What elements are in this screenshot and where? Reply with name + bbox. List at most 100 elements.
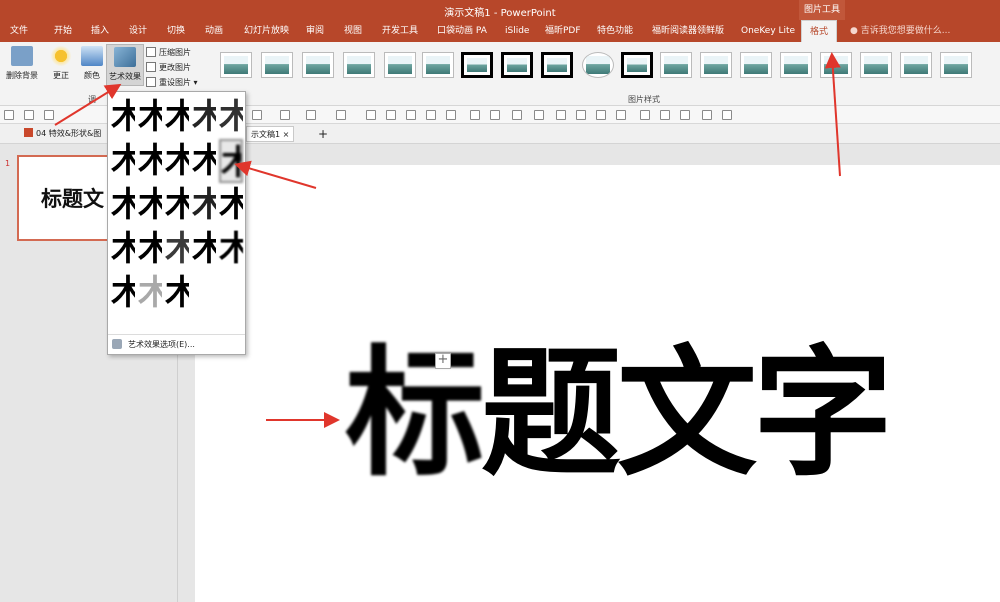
paint-icon[interactable]	[660, 110, 670, 120]
effect-pastels-smooth[interactable]: 木	[192, 227, 216, 271]
close-icon[interactable]: ×	[280, 130, 290, 139]
picture-icon[interactable]	[616, 110, 626, 120]
layout-options-handle[interactable]: +	[435, 353, 451, 369]
tab-review[interactable]: 审阅	[306, 20, 324, 42]
tab-transitions[interactable]: 切换	[167, 20, 185, 42]
effect-pencil-sketch[interactable]: 木	[192, 95, 216, 139]
effect-cement[interactable]: 木	[111, 227, 135, 271]
effect-cutout[interactable]: 木	[111, 271, 135, 315]
align-icon[interactable]	[366, 110, 376, 120]
effect-plastic-wrap[interactable]: 木	[219, 227, 243, 271]
effect-film-grain[interactable]: 木	[165, 183, 189, 227]
new-file-icon[interactable]	[44, 110, 54, 120]
change-picture-button[interactable]: 更改图片	[146, 60, 191, 75]
effect-none[interactable]: 木	[111, 95, 135, 139]
group-icon[interactable]	[386, 110, 396, 120]
picture-style-thumb[interactable]	[700, 52, 732, 78]
effect-paint-strokes[interactable]: 木	[138, 139, 162, 183]
slide-title-picture[interactable]: 标题文字	[345, 335, 893, 495]
format-painter-icon[interactable]	[640, 110, 650, 120]
tab-features[interactable]: 特色功能	[597, 20, 633, 42]
picture-style-thumb[interactable]	[660, 52, 692, 78]
doc-tab-active[interactable]: 示文稿1 ×	[246, 126, 295, 142]
slide[interactable]: 标题文字 +	[195, 165, 1000, 602]
picture-style-thumb[interactable]	[541, 52, 573, 78]
effect-marker[interactable]: 木	[138, 95, 162, 139]
align-left-icon[interactable]	[470, 110, 480, 120]
tab-design[interactable]: 设计	[129, 20, 147, 42]
tab-foxit-reader[interactable]: 福昕阅读器领鲜版	[652, 20, 724, 42]
artistic-effects-button[interactable]: 艺术效果	[106, 44, 144, 86]
tab-file[interactable]: 文件	[10, 20, 28, 42]
tab-slideshow[interactable]: 幻灯片放映	[244, 20, 289, 42]
lock-icon[interactable]	[406, 110, 416, 120]
save-icon[interactable]	[4, 110, 14, 120]
effect-blur[interactable]: 木	[219, 139, 243, 183]
effect-crisscross-etching[interactable]: 木	[165, 227, 189, 271]
stack-icon[interactable]	[702, 110, 712, 120]
picture-style-thumb[interactable]	[384, 52, 416, 78]
tab-format[interactable]: 格式	[801, 20, 838, 42]
link-icon[interactable]	[426, 110, 436, 120]
select-icon[interactable]	[722, 110, 732, 120]
picture-style-thumb[interactable]	[461, 52, 493, 78]
pen-icon[interactable]	[306, 110, 316, 120]
picture-style-thumb[interactable]	[343, 52, 375, 78]
tab-developer[interactable]: 开发工具	[382, 20, 418, 42]
reset-picture-button[interactable]: 重设图片 ▾	[146, 75, 198, 90]
effect-mosaic-bubbles[interactable]: 木	[192, 183, 216, 227]
picture-style-thumb[interactable]	[501, 52, 533, 78]
color-button[interactable]: 颜色	[80, 44, 104, 86]
distribute-icon[interactable]	[512, 110, 522, 120]
picture-style-thumb[interactable]	[422, 52, 454, 78]
picture-style-thumb[interactable]	[302, 52, 334, 78]
tab-insert[interactable]: 插入	[91, 20, 109, 42]
effect-paint-brush[interactable]: 木	[165, 139, 189, 183]
picture-style-thumb[interactable]	[740, 52, 772, 78]
shape-icon[interactable]	[252, 110, 262, 120]
tab-home[interactable]: 开始	[54, 20, 72, 42]
doc-tab-file[interactable]: 04 特效&形状&图	[24, 126, 101, 142]
remove-background-button[interactable]: 删除背景	[2, 44, 42, 86]
effect-glow-diffused[interactable]: 木	[192, 139, 216, 183]
crop-icon[interactable]	[556, 110, 566, 120]
grid-icon[interactable]	[490, 110, 500, 120]
tab-onekey-lite[interactable]: OneKey Lite	[741, 20, 795, 42]
effect-photocopy[interactable]: 木	[138, 271, 162, 315]
tab-islide[interactable]: iSlide	[505, 20, 529, 42]
picture-style-thumb[interactable]	[780, 52, 812, 78]
fill-icon[interactable]	[446, 110, 456, 120]
image-icon[interactable]	[576, 110, 586, 120]
tab-pocket-animation[interactable]: 口袋动画 PA	[437, 20, 487, 42]
effect-watercolor-sponge[interactable]: 木	[138, 183, 162, 227]
text-box-icon[interactable]	[596, 110, 606, 120]
effect-light-screen[interactable]: 木	[111, 183, 135, 227]
tell-me-search[interactable]: ● 吉诉我您想要做什么...	[850, 20, 950, 42]
corrections-button[interactable]: 更正	[43, 44, 79, 86]
effect-pencil-grayscale[interactable]: 木	[165, 95, 189, 139]
picture-style-thumb[interactable]	[940, 52, 972, 78]
artistic-effects-options-item[interactable]: 艺术效果选项(E)...	[112, 337, 195, 353]
tab-animations[interactable]: 动画	[205, 20, 223, 42]
font-color-icon[interactable]	[336, 110, 346, 120]
picture-style-thumb[interactable]	[900, 52, 932, 78]
picture-style-thumb[interactable]	[621, 52, 653, 78]
picture-style-thumb[interactable]	[860, 52, 892, 78]
picture-style-thumb[interactable]	[220, 52, 252, 78]
picture-style-thumb[interactable]	[261, 52, 293, 78]
open-folder-icon[interactable]	[24, 110, 34, 120]
compress-pictures-button[interactable]: 压缩图片	[146, 45, 191, 60]
effect-chalk-sketch[interactable]: 木	[111, 139, 135, 183]
picture-style-thumb[interactable]	[582, 52, 614, 78]
effect-line-drawing[interactable]: 木	[219, 95, 243, 139]
effect-glow-edges[interactable]: 木	[165, 271, 189, 315]
picture-style-thumb[interactable]	[820, 52, 852, 78]
target-icon[interactable]	[534, 110, 544, 120]
shape-outline-icon[interactable]	[280, 110, 290, 120]
tab-foxit-pdf[interactable]: 福昕PDF	[545, 20, 581, 42]
effect-texturizer[interactable]: 木	[138, 227, 162, 271]
effect-glass[interactable]: 木	[219, 183, 243, 227]
flip-icon[interactable]	[680, 110, 690, 120]
new-tab-button[interactable]: +	[318, 126, 328, 142]
tab-view[interactable]: 视图	[344, 20, 362, 42]
